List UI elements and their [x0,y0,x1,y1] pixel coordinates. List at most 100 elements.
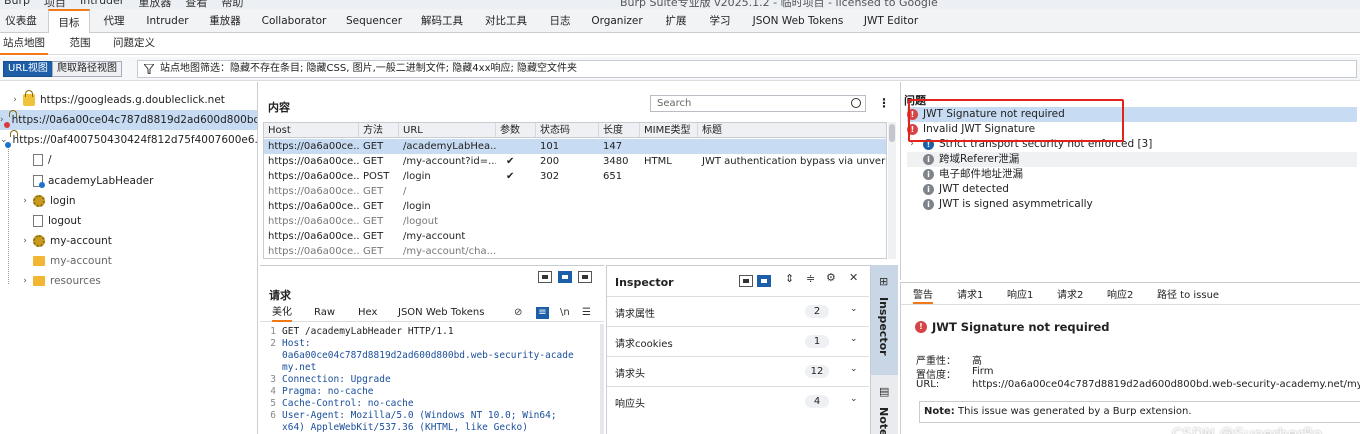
col-title[interactable]: 标题 [698,123,886,138]
newline-icon[interactable]: \n [560,307,570,318]
inspector-layout-active-icon[interactable] [757,275,771,287]
tab-dashboard[interactable]: 仪表盘 [0,9,42,33]
chevron-down-icon[interactable]: ⌄ [850,364,858,374]
chevron-down-icon[interactable]: ⌄ [850,334,858,344]
side-tab-inspector[interactable]: ⊞ Inspector [871,265,898,375]
editor-scrollbar[interactable] [600,324,604,434]
tab-sequencer[interactable]: Sequencer [340,9,408,33]
tab-pretty[interactable]: 美化 [272,306,292,322]
col-method[interactable]: 方法 [359,123,399,138]
tab-json-web-tokens-req[interactable]: JSON Web Tokens [398,306,484,320]
tree-node[interactable]: › resources [20,271,101,291]
chevron-right-icon[interactable]: › [20,271,30,291]
tab-scope[interactable]: 范围 [62,33,98,55]
table-row[interactable]: https://0a6a00ce... POST /login ✔ 302 65… [264,169,886,184]
tab-collaborator[interactable]: Collaborator [256,9,332,33]
tab-raw[interactable]: Raw [314,306,335,320]
menu-intruder[interactable]: Intruder [80,0,124,9]
content-table[interactable]: Host 方法 URL 参数 状态码 长度 MIME类型 标题 https://… [263,122,887,259]
menu-icon[interactable]: ☰ [582,307,591,318]
menu-view[interactable]: 查看 [185,0,207,9]
tab-proxy[interactable]: 代理 [94,9,134,33]
chevron-down-icon[interactable]: ⌄ [850,394,858,404]
col-params[interactable]: 参数 [496,123,536,138]
tab-request-2[interactable]: 请求2 [1057,289,1083,302]
table-row[interactable]: https://0a6a00ce... GET /my-account [264,229,886,244]
url-view-button[interactable]: URL视图 [3,61,53,77]
tab-json-web-tokens[interactable]: JSON Web Tokens [746,9,850,33]
tab-hex[interactable]: Hex [358,306,377,320]
tree-node[interactable]: ⌄ https://0af400750430424f812d75f4007600… [0,130,257,150]
tab-site-map[interactable]: 站点地图 [0,33,48,55]
col-length[interactable]: 长度 [599,123,640,138]
tab-path-to-issue[interactable]: 路径 to issue [1157,289,1219,302]
scroll-thumb[interactable] [889,124,895,142]
request-editor[interactable]: 1 GET /academyLabHeader HTTP/1.1 2 Host: 0… [260,324,604,434]
inspector-section[interactable]: 请求属性 2 ⌄ [607,296,869,326]
tab-decoder[interactable]: 解码工具 [414,9,470,33]
tab-advisory[interactable]: 警告 [913,289,933,304]
tab-learn[interactable]: 学习 [702,9,738,33]
tree-node[interactable]: logout [20,211,81,231]
gear-icon[interactable]: ⚙ [826,271,836,284]
tab-target[interactable]: 目标 [48,9,90,33]
tab-extensions[interactable]: 扩展 [656,9,696,33]
col-mime[interactable]: MIME类型 [640,123,698,138]
tab-jwt-editor[interactable]: JWT Editor [856,9,926,33]
menu-burp[interactable]: Burp [4,0,30,9]
search-icon[interactable] [851,98,861,108]
tab-intruder[interactable]: Intruder [140,9,195,33]
table-row-selected[interactable]: https://0a6a00ce... GET /academyLabHea..… [264,139,886,154]
tab-repeater[interactable]: 重放器 [200,9,250,33]
side-tab-notes[interactable]: ▤ Notes [871,377,898,434]
col-status[interactable]: 状态码 [536,123,599,138]
tree-node[interactable]: › my-account [20,231,112,251]
menu-repeater[interactable]: 重放器 [138,0,171,9]
tab-organizer[interactable]: Organizer [586,9,648,33]
wrap-lines-icon[interactable]: ≡ [536,307,549,319]
col-url[interactable]: URL [399,123,496,138]
layout-split-icon[interactable] [538,271,552,283]
chevron-right-icon[interactable]: › [10,90,20,110]
table-row[interactable]: https://0a6a00ce... GET /login [264,199,886,214]
table-row[interactable]: https://0a6a00ce... GET /my-account/cha.… [264,244,886,258]
collapse-all-icon[interactable]: ≑ [806,272,815,285]
tree-node[interactable]: my-account [20,251,112,271]
menu-project[interactable]: 项目 [44,0,66,9]
col-host[interactable]: Host [264,123,359,138]
table-row[interactable]: https://0a6a00ce... GET / [264,184,886,199]
tree-node[interactable]: / [20,150,52,170]
inspector-layout-icon[interactable] [739,275,753,287]
expand-all-icon[interactable]: ⇕ [785,272,794,285]
site-map-tree[interactable]: › https://googleads.g.doubleclick.net › … [0,82,258,434]
inspector-section[interactable]: 请求cookies 1 ⌄ [607,326,869,356]
inspector-section[interactable]: 请求头 12 ⌄ [607,356,869,386]
table-scrollbar[interactable] [888,122,896,259]
tab-issue-definitions[interactable]: 问题定义 [110,33,158,55]
search-input[interactable]: Search [650,95,866,112]
layout-horizontal-icon[interactable] [558,271,572,283]
tab-logger[interactable]: 日志 [542,9,578,33]
inspector-section[interactable]: 响应头 4 ⌄ [607,386,869,416]
tree-node-selected[interactable]: › https://0a6a00ce04c787d8819d2ad600d800… [0,110,257,130]
issue-item[interactable]: i 电子邮件地址泄漏 [907,167,1357,182]
tab-comparer[interactable]: 对比工具 [478,9,534,33]
issue-item[interactable]: i JWT is signed asymmetrically [907,197,1357,212]
more-options-icon[interactable]: ⋮ [878,96,890,110]
chevron-right-icon[interactable]: › [20,191,30,211]
tab-response-2[interactable]: 响应2 [1107,289,1133,302]
tab-request-1[interactable]: 请求1 [957,289,983,302]
close-icon[interactable]: ✕ [849,271,858,284]
layout-single-icon[interactable] [578,271,592,283]
tree-node[interactable]: academyLabHeader [20,171,153,191]
hide-icon[interactable]: ⊘ [514,307,522,318]
table-row[interactable]: https://0a6a00ce... GET /my-account?id=.… [264,154,886,169]
table-row[interactable]: https://0a6a00ce... GET /logout [264,214,886,229]
site-map-filter[interactable]: 站点地图筛选：隐藏不存在条目; 隐藏CSS, 图片,一般二进制文件; 隐藏4xx… [137,60,1357,78]
issue-item[interactable]: i JWT detected [907,182,1357,197]
chevron-down-icon[interactable]: ⌄ [850,304,858,314]
chevron-right-icon[interactable]: › [0,110,4,130]
tab-response-1[interactable]: 响应1 [1007,289,1033,302]
issue-item[interactable]: i 跨域Referer泄漏 [907,152,1357,167]
crawl-paths-view-button[interactable]: 爬取路径视图 [52,61,122,77]
